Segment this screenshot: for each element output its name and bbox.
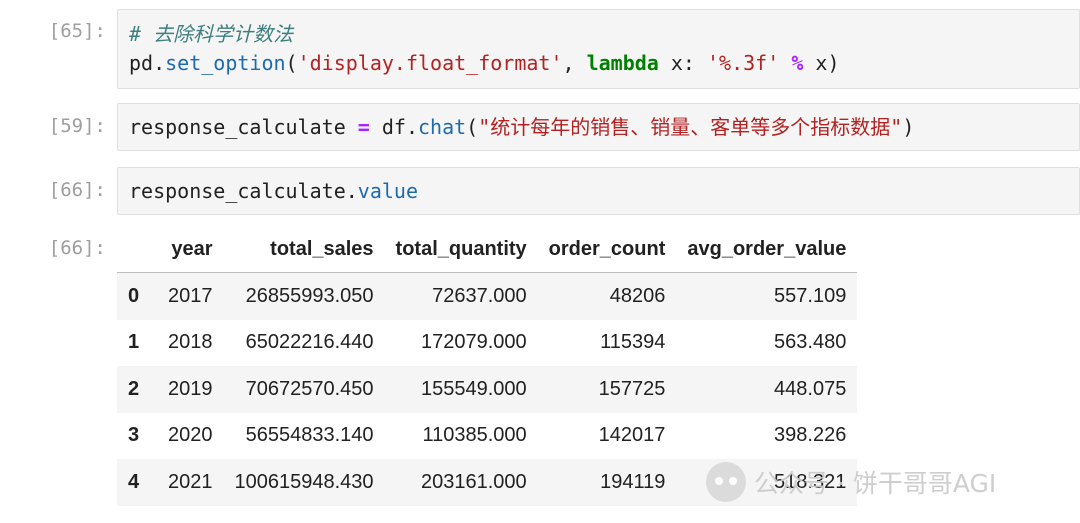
index-header [117, 226, 157, 273]
code-token: ) [902, 115, 915, 139]
table-cell: 398.226 [774, 424, 847, 447]
watermark-text: 公众号 · 饼干哥哥AGI [754, 469, 997, 498]
execution-count: [59]: [48, 115, 106, 137]
code-editor[interactable]: response_calculate.value [117, 167, 1080, 215]
code-comment: # 去除科学计数法 [129, 22, 294, 46]
column-header: avg_order_value [676, 226, 858, 273]
table-cell: 563.480 [774, 331, 847, 354]
table-cell: 194119 [600, 470, 666, 493]
code-token: df. [369, 115, 418, 139]
code-token: x) [803, 51, 840, 75]
table-cell: 2019 [168, 377, 213, 400]
code-token-function: set_option [165, 51, 286, 75]
code-token-operator: % [791, 51, 804, 75]
code-token: response_calculate [129, 115, 358, 139]
table-cell: 157725 [598, 377, 666, 400]
table-row: 1 2018 65022216.440 172079.000 115394 56… [117, 319, 858, 366]
table-row: 2 2019 70672570.450 155549.000 157725 44… [117, 366, 858, 413]
table-row: 3 2020 56554833.140 110385.000 142017 39… [117, 412, 858, 459]
table-cell: 448.075 [774, 377, 847, 400]
table-cell: 155549.000 [421, 377, 527, 400]
table-cell: 2021 [168, 470, 213, 493]
table-cell: 2018 [168, 331, 213, 354]
row-index: 4 [128, 470, 140, 493]
execution-count: [66]: [48, 179, 106, 201]
code-token: ( [285, 51, 298, 75]
table-cell: 100615948.430 [234, 470, 374, 493]
code-token-string: "统计每年的销售、销量、客单等多个指标数据" [478, 115, 903, 139]
code-token: x: [658, 51, 708, 75]
code-token: ( [466, 115, 479, 139]
code-token-string: '%.3f' [707, 51, 780, 75]
table-row: 0 2017 26855993.050 72637.000 48206 557.… [117, 272, 858, 320]
code-editor[interactable]: # 去除科学计数法 pd.set_option('display.float_f… [117, 9, 1080, 89]
table-cell: 2017 [168, 284, 213, 307]
table-cell: 110385.000 [422, 424, 527, 447]
output-execution-count: [66]: [48, 237, 106, 259]
code-token-string: 'display.float_format' [297, 51, 563, 75]
table-cell: 115394 [600, 331, 666, 354]
code-token-function: value [357, 179, 418, 203]
table-cell: 557.109 [774, 284, 847, 307]
code-token-function: chat [418, 115, 467, 139]
code-token: pd. [129, 51, 166, 75]
row-index: 0 [128, 284, 140, 307]
code-token-operator: = [357, 115, 370, 139]
execution-count: [65]: [48, 20, 106, 42]
table-cell: 72637.000 [432, 284, 527, 307]
code-token-keyword: lambda [586, 51, 659, 75]
code-token: , [562, 51, 587, 75]
row-index: 1 [128, 331, 140, 354]
table-cell: 26855993.050 [245, 284, 374, 307]
table-cell: 172079.000 [421, 331, 527, 354]
table-cell: 2020 [168, 424, 213, 447]
code-editor[interactable]: response_calculate = df.chat("统计每年的销售、销量… [117, 103, 1080, 151]
table-cell: 70672570.450 [245, 377, 374, 400]
table-cell: 65022216.440 [245, 331, 374, 354]
table-cell: 142017 [598, 424, 666, 447]
wechat-icon [706, 462, 746, 502]
row-index: 2 [128, 377, 140, 400]
column-header: order_count [537, 226, 677, 273]
table-cell: 203161.000 [421, 470, 527, 493]
table-cell: 48206 [609, 284, 666, 307]
table-cell: 56554833.140 [245, 424, 374, 447]
column-header: total_quantity [384, 226, 538, 273]
watermark: 公众号 · 饼干哥哥AGI [706, 458, 996, 506]
column-header: year [157, 226, 224, 273]
code-token: response_calculate. [129, 179, 358, 203]
row-index: 3 [128, 424, 140, 447]
table-header-row: year total_sales total_quantity order_co… [117, 226, 858, 273]
column-header: total_sales [223, 226, 385, 273]
